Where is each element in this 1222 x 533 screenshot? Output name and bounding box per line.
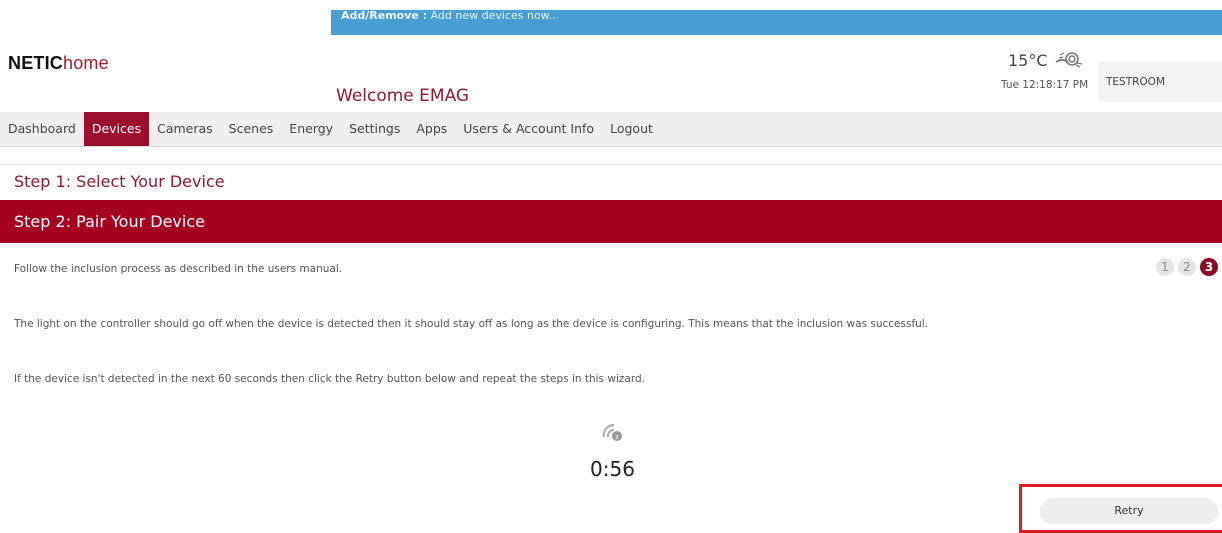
app-logo[interactable]: NETIChome <box>8 53 109 74</box>
step2-header[interactable]: Step 2: Pair Your Device <box>0 200 1222 243</box>
nav-apps[interactable]: Apps <box>408 112 455 146</box>
svg-text:z: z <box>615 433 619 441</box>
instruction-3: If the device isn't detected in the next… <box>14 373 645 385</box>
banner-title: Add/Remove : <box>341 10 428 22</box>
weather-widget: 15°C <box>1008 49 1084 71</box>
countdown-timer: 0:56 <box>590 457 635 481</box>
pager-page-1[interactable]: 1 <box>1156 258 1174 276</box>
nav-devices[interactable]: Devices <box>83 112 150 146</box>
logo-part-netic: NETIC <box>8 53 63 73</box>
pager-page-3[interactable]: 3 <box>1200 258 1218 276</box>
step1-header[interactable]: Step 1: Select Your Device <box>0 164 1222 198</box>
main-nav: Dashboard Devices Cameras Scenes Energy … <box>0 112 1222 147</box>
nav-energy[interactable]: Energy <box>281 112 341 146</box>
banner-text: Add new devices now... <box>430 10 560 22</box>
nav-logout[interactable]: Logout <box>602 112 661 146</box>
wind-weather-icon <box>1054 49 1084 71</box>
zwave-signal-icon: z <box>600 419 626 447</box>
instruction-2: The light on the controller should go of… <box>14 318 929 330</box>
room-select-value: TESTROOM <box>1106 76 1166 88</box>
wizard-pager: 1 2 3 <box>1156 258 1218 276</box>
pager-page-2[interactable]: 2 <box>1178 258 1196 276</box>
logo-part-home: home <box>63 53 109 73</box>
instruction-1: Follow the inclusion process as describe… <box>14 263 343 275</box>
nav-cameras[interactable]: Cameras <box>149 112 221 146</box>
room-select[interactable]: TESTROOM <box>1098 62 1222 102</box>
welcome-title: Welcome EMAG <box>336 86 470 106</box>
add-remove-banner: Add/Remove : Add new devices now... <box>331 10 1222 35</box>
nav-dashboard[interactable]: Dashboard <box>0 112 84 146</box>
retry-button[interactable]: Retry <box>1040 498 1218 524</box>
nav-users-account[interactable]: Users & Account Info <box>455 112 602 146</box>
date-time: Tue 12:18:17 PM <box>1001 79 1089 91</box>
temperature: 15°C <box>1008 50 1048 70</box>
nav-settings[interactable]: Settings <box>341 112 408 146</box>
nav-scenes[interactable]: Scenes <box>221 112 282 146</box>
